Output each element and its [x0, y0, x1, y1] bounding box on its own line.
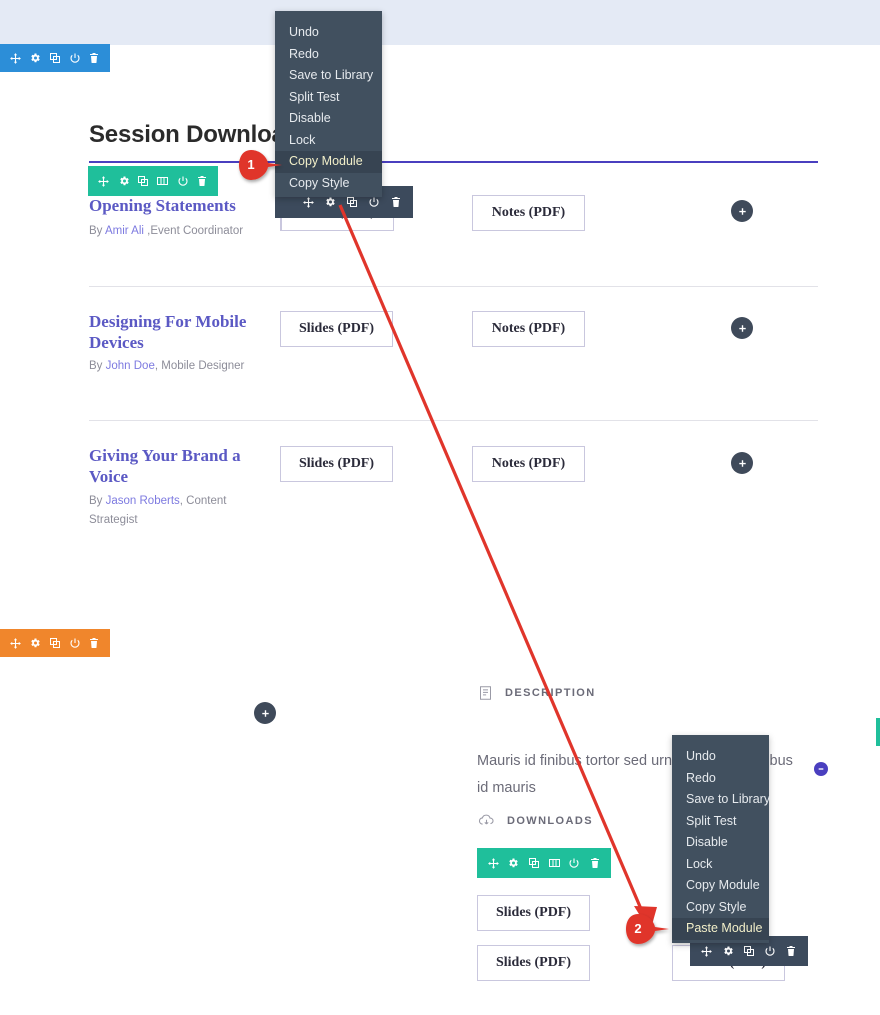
- row-toolbar-teal-top[interactable]: [88, 166, 218, 196]
- session-title: Giving Your Brand a Voice: [89, 446, 241, 486]
- move-icon[interactable]: [696, 940, 717, 962]
- section-toolbar-blue[interactable]: [0, 44, 110, 72]
- by-prefix: By: [89, 360, 106, 372]
- collapse-module-button[interactable]: [814, 762, 828, 776]
- trash-icon[interactable]: [84, 47, 104, 69]
- context-menu-item[interactable]: Split Test: [672, 811, 769, 833]
- context-menu-item[interactable]: Lock: [672, 854, 769, 876]
- duplicate-icon[interactable]: [133, 170, 153, 192]
- row-toolbar-teal-bottom[interactable]: [477, 848, 611, 878]
- gear-icon[interactable]: [26, 47, 46, 69]
- slides-pdf-button[interactable]: Slides (PDF): [280, 311, 393, 347]
- context-menu-item[interactable]: Copy Module: [275, 151, 382, 173]
- move-icon[interactable]: [483, 852, 503, 874]
- gear-icon[interactable]: [717, 940, 738, 962]
- author-link[interactable]: John Doe: [106, 360, 155, 372]
- context-menu-item[interactable]: Copy Module: [672, 875, 769, 897]
- context-menu-bottom[interactable]: Undo Redo Save to Library Split Test Disable…: [672, 735, 770, 943]
- session-title: Opening Statements: [89, 196, 236, 215]
- step-marker-2: 2: [625, 912, 669, 944]
- context-menu-item[interactable]: Undo: [672, 746, 769, 768]
- step-marker-1-number: 1: [247, 156, 255, 172]
- slides-pdf-button[interactable]: Slides (PDF): [477, 945, 590, 981]
- description-section-label: DESCRIPTION: [478, 684, 596, 702]
- slides-pdf-button[interactable]: Slides (PDF): [477, 895, 590, 931]
- row-edge-marker: [876, 718, 880, 746]
- add-module-button[interactable]: [254, 702, 276, 724]
- context-menu-item[interactable]: Copy Style: [672, 897, 769, 919]
- step-marker-2-number: 2: [634, 920, 642, 936]
- notes-pdf-button[interactable]: Notes (PDF): [472, 446, 585, 482]
- trash-icon[interactable]: [192, 170, 212, 192]
- columns-icon[interactable]: [153, 170, 173, 192]
- add-module-button[interactable]: [731, 317, 753, 339]
- author-role: ,Event Coordinator: [143, 225, 244, 237]
- gear-icon[interactable]: [503, 852, 523, 874]
- by-prefix: By: [89, 225, 105, 237]
- context-menu-item[interactable]: Redo: [275, 44, 382, 66]
- author-link[interactable]: Jason Roberts: [106, 495, 180, 507]
- context-menu-item[interactable]: Split Test: [275, 87, 382, 109]
- top-background-band: [0, 0, 880, 45]
- by-prefix: By: [89, 495, 106, 507]
- power-icon[interactable]: [173, 170, 193, 192]
- context-menu-item[interactable]: Disable: [275, 108, 382, 130]
- add-module-button[interactable]: [731, 452, 753, 474]
- notes-pdf-button[interactable]: Notes (PDF): [472, 311, 585, 347]
- power-icon[interactable]: [564, 852, 584, 874]
- gear-icon[interactable]: [26, 632, 46, 654]
- move-icon[interactable]: [6, 632, 26, 654]
- context-menu-item[interactable]: Paste Module: [672, 918, 769, 940]
- row-divider: [89, 286, 818, 287]
- session-title: Designing For Mobile Devices: [89, 312, 247, 352]
- move-icon[interactable]: [94, 170, 114, 192]
- downloads-section-label: DOWNLOADS: [478, 813, 593, 828]
- duplicate-icon[interactable]: [45, 47, 65, 69]
- session-author-line: By John Doe, Mobile Designer: [89, 357, 264, 376]
- context-menu-item[interactable]: Save to Library: [672, 789, 770, 811]
- move-icon[interactable]: [6, 47, 26, 69]
- trash-icon[interactable]: [781, 940, 802, 962]
- downloads-label-text: DOWNLOADS: [507, 814, 593, 827]
- context-menu-item[interactable]: Lock: [275, 130, 382, 152]
- session-author-line: By Jason Roberts, Content Strategist: [89, 492, 264, 530]
- power-icon[interactable]: [65, 47, 85, 69]
- author-link[interactable]: Amir Ali: [105, 225, 144, 237]
- gear-icon[interactable]: [114, 170, 134, 192]
- power-icon[interactable]: [760, 940, 781, 962]
- context-menu-item[interactable]: Copy Style: [275, 173, 382, 195]
- title-underline-rule: [89, 161, 818, 163]
- duplicate-icon[interactable]: [45, 632, 65, 654]
- notes-pdf-button[interactable]: Notes (PDF): [472, 195, 585, 231]
- power-icon[interactable]: [65, 632, 85, 654]
- context-menu-item[interactable]: Redo: [672, 768, 769, 790]
- context-menu-item[interactable]: Save to Library: [275, 65, 382, 87]
- section-toolbar-orange[interactable]: [0, 629, 110, 657]
- row-divider: [89, 420, 818, 421]
- duplicate-icon[interactable]: [524, 852, 544, 874]
- author-role: , Mobile Designer: [154, 360, 245, 372]
- duplicate-icon[interactable]: [738, 940, 759, 962]
- context-menu-item[interactable]: Undo: [275, 22, 382, 44]
- trash-icon[interactable]: [585, 852, 605, 874]
- cloud-download-icon: [478, 813, 495, 828]
- trash-icon[interactable]: [385, 191, 407, 213]
- trash-icon[interactable]: [84, 632, 104, 654]
- context-menu-top[interactable]: Undo Redo Save to Library Split Test Disable…: [275, 11, 382, 197]
- document-icon: [478, 684, 493, 702]
- description-label-text: DESCRIPTION: [505, 687, 596, 699]
- columns-icon[interactable]: [544, 852, 564, 874]
- slides-pdf-button[interactable]: Slides (PDF): [280, 446, 393, 482]
- context-menu-item[interactable]: Disable: [672, 832, 769, 854]
- step-marker-1: 1: [238, 148, 282, 180]
- session-author-line: By Amir Ali ,Event Coordinator: [89, 222, 264, 241]
- add-module-button[interactable]: [731, 200, 753, 222]
